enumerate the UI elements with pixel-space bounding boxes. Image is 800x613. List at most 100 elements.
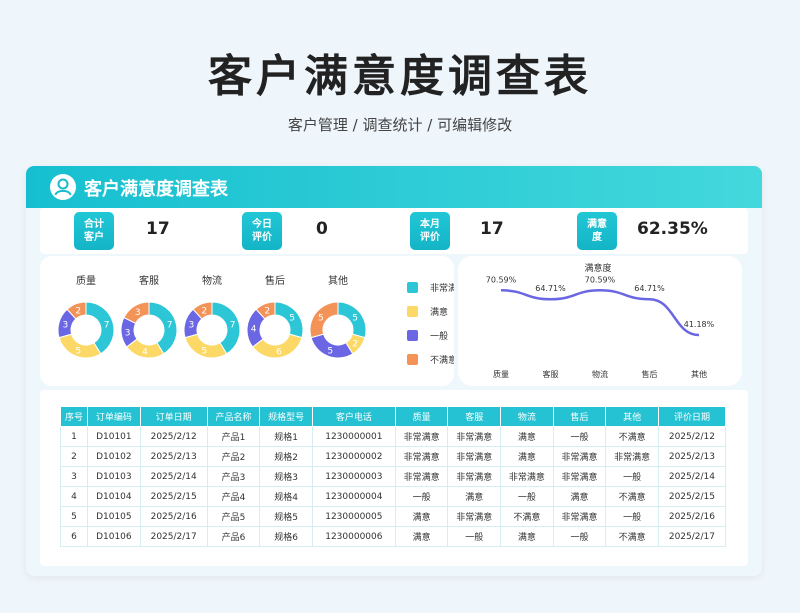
table-cell[interactable]: 产品5	[206, 506, 261, 527]
table-cell[interactable]: 产品6	[206, 526, 261, 547]
table-cell[interactable]: 产品1	[206, 426, 261, 447]
table-cell[interactable]: 一般	[605, 466, 659, 487]
table-cell[interactable]: D10102	[87, 446, 141, 467]
table-cell[interactable]: 非常满意	[447, 506, 502, 527]
table-cell[interactable]: 规格3	[259, 466, 313, 487]
table-cell[interactable]: 4	[59, 486, 89, 507]
table-cell[interactable]: 2025/2/16	[657, 506, 727, 527]
column-header[interactable]: 售后	[552, 406, 607, 427]
stat-today-reviews-value: 0	[316, 219, 328, 239]
table-cell[interactable]: 非常满意	[447, 446, 502, 467]
donut-slice-label: 5	[289, 314, 295, 324]
column-header[interactable]: 序号	[59, 406, 89, 427]
column-header[interactable]: 物流	[500, 406, 554, 427]
column-header[interactable]: 订单日期	[139, 406, 208, 427]
table-cell[interactable]: 2025/2/14	[139, 466, 208, 487]
table-cell[interactable]: 满意	[394, 526, 449, 547]
table-cell[interactable]: 1230000001	[311, 426, 396, 447]
table-cell[interactable]: 产品3	[206, 466, 261, 487]
table-row[interactable]: 3 D10103 2025/2/14 产品3 规格3 1230000003 非常满意 非常满意…	[59, 466, 727, 487]
table-cell[interactable]: 满意	[500, 526, 554, 547]
table-cell[interactable]: D10103	[87, 466, 141, 487]
column-header[interactable]: 规格型号	[259, 406, 313, 427]
table-cell[interactable]: 1230000002	[311, 446, 396, 467]
donut-slice	[309, 301, 339, 339]
donut-slice-label: 4	[142, 348, 148, 358]
table-cell[interactable]: 规格2	[259, 446, 313, 467]
table-cell[interactable]: 非常满意	[500, 466, 554, 487]
table-cell[interactable]: 规格5	[259, 506, 313, 527]
table-cell[interactable]: 规格6	[259, 526, 313, 547]
table-cell[interactable]: 不满意	[605, 426, 659, 447]
table-cell[interactable]: 1230000004	[311, 486, 396, 507]
table-cell[interactable]: 一般	[552, 526, 607, 547]
table-cell[interactable]: 2025/2/17	[657, 526, 727, 547]
table-cell[interactable]: 产品4	[206, 486, 261, 507]
table-cell[interactable]: 不满意	[605, 486, 659, 507]
table-cell[interactable]: 2025/2/13	[139, 446, 208, 467]
table-row[interactable]: 5 D10105 2025/2/16 产品5 规格5 1230000005 满意 非常满意 不满…	[59, 506, 727, 527]
table-cell[interactable]: 非常满意	[447, 466, 502, 487]
table-cell[interactable]: 一般	[447, 526, 502, 547]
column-header[interactable]: 产品名称	[206, 406, 261, 427]
column-header[interactable]: 其他	[605, 406, 659, 427]
table-row[interactable]: 2 D10102 2025/2/13 产品2 规格2 1230000002 非常满意 非常满意…	[59, 446, 727, 467]
table-row[interactable]: 4 D10104 2025/2/15 产品4 规格4 1230000004 一般 满意 一般 满意…	[59, 486, 727, 507]
table-cell[interactable]: 一般	[394, 486, 449, 507]
table-cell[interactable]: 不满意	[605, 526, 659, 547]
column-header[interactable]: 订单编码	[87, 406, 141, 427]
donut-slice-label: 3	[62, 321, 68, 331]
table-cell[interactable]: 5	[59, 506, 89, 527]
table-cell[interactable]: 非常满意	[394, 446, 449, 467]
table-cell[interactable]: 2025/2/17	[139, 526, 208, 547]
line-x-tick: 其他	[691, 369, 707, 379]
table-cell[interactable]: 1230000006	[311, 526, 396, 547]
card-header: 客户满意度调查表	[26, 166, 762, 208]
column-header[interactable]: 客服	[447, 406, 502, 427]
table-cell[interactable]: 2025/2/16	[139, 506, 208, 527]
table-cell[interactable]: 满意	[394, 506, 449, 527]
column-header[interactable]: 评价日期	[657, 406, 727, 427]
table-cell[interactable]: 一般	[500, 486, 554, 507]
stat-total-customers-label: 合计 客户	[74, 212, 114, 250]
table-cell[interactable]: D10101	[87, 426, 141, 447]
table-cell[interactable]: 6	[59, 526, 89, 547]
table-cell[interactable]: 2025/2/15	[139, 486, 208, 507]
table-cell[interactable]: 规格1	[259, 426, 313, 447]
table-cell[interactable]: D10104	[87, 486, 141, 507]
table-cell[interactable]: 1230000005	[311, 506, 396, 527]
table-cell[interactable]: 产品2	[206, 446, 261, 467]
table-cell[interactable]: 非常满意	[394, 466, 449, 487]
table-cell[interactable]: 非常满意	[552, 466, 607, 487]
table-cell[interactable]: 规格4	[259, 486, 313, 507]
table-cell[interactable]: 非常满意	[552, 446, 607, 467]
satisfaction-line	[500, 289, 700, 337]
table-cell[interactable]: 2025/2/14	[657, 466, 727, 487]
table-cell[interactable]: 2025/2/15	[657, 486, 727, 507]
table-cell[interactable]: 一般	[552, 426, 607, 447]
table-cell[interactable]: 一般	[605, 506, 659, 527]
table-cell[interactable]: 2025/2/12	[657, 426, 727, 447]
column-header[interactable]: 质量	[394, 406, 449, 427]
table-cell[interactable]: 不满意	[500, 506, 554, 527]
table-cell[interactable]: 满意	[447, 486, 502, 507]
column-header[interactable]: 客户电话	[311, 406, 396, 427]
table-cell[interactable]: 满意	[552, 486, 607, 507]
table-cell[interactable]: 非常满意	[605, 446, 659, 467]
stats-row: 合计 客户 17 今日 评价 0 本月 评价 17 满意 度 62.35%	[40, 208, 748, 254]
table-cell[interactable]: 2025/2/13	[657, 446, 727, 467]
table-cell[interactable]: 满意	[500, 446, 554, 467]
table-cell[interactable]: 3	[59, 466, 89, 487]
table-cell[interactable]: D10105	[87, 506, 141, 527]
table-cell[interactable]: D10106	[87, 526, 141, 547]
table-cell[interactable]: 非常满意	[552, 506, 607, 527]
table-cell[interactable]: 2	[59, 446, 89, 467]
table-row[interactable]: 6 D10106 2025/2/17 产品6 规格6 1230000006 满意 一般 满意 一般…	[59, 526, 727, 547]
table-cell[interactable]: 非常满意	[447, 426, 502, 447]
table-cell[interactable]: 非常满意	[394, 426, 449, 447]
table-cell[interactable]: 1	[59, 426, 89, 447]
table-cell[interactable]: 1230000003	[311, 466, 396, 487]
table-row[interactable]: 1 D10101 2025/2/12 产品1 规格1 1230000001 非常满意 非常满意…	[59, 426, 727, 447]
table-cell[interactable]: 2025/2/12	[139, 426, 208, 447]
table-cell[interactable]: 满意	[500, 426, 554, 447]
